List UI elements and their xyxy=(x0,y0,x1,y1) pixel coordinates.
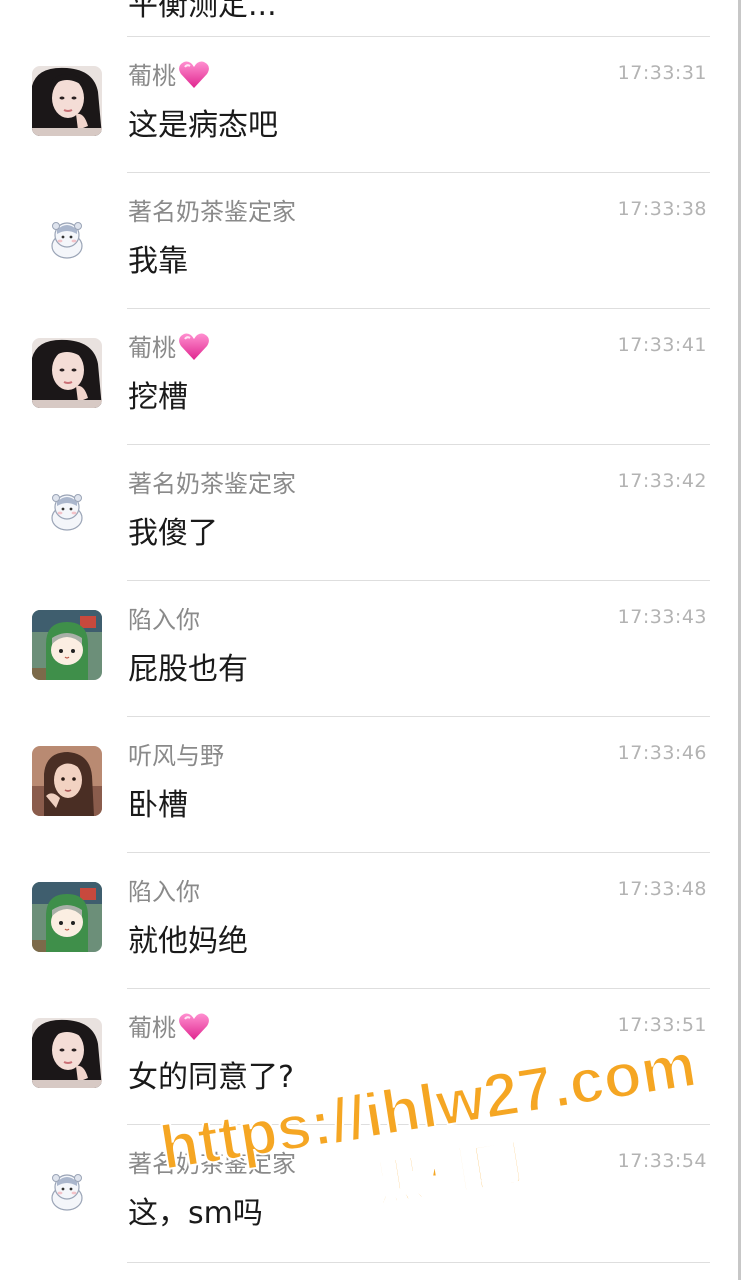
message-row[interactable]: 陷入你 17:33:48 就他妈绝 xyxy=(0,852,741,988)
sender-name-text: 葡桃 xyxy=(128,1014,176,1042)
row-divider xyxy=(127,988,710,989)
message-timestamp: 17:33:48 xyxy=(617,878,707,900)
pink-heart-icon xyxy=(178,1012,210,1050)
message-timestamp: 17:33:38 xyxy=(617,198,707,220)
message-text[interactable]: 这是病态吧 xyxy=(128,106,278,146)
hamster-avatar[interactable] xyxy=(32,202,102,272)
sender-name[interactable]: 葡桃 xyxy=(128,1012,210,1050)
message-row[interactable]: 葡桃 17:33:51 女的同意了? xyxy=(0,988,741,1124)
message-text[interactable]: 我傻了 xyxy=(128,514,218,554)
hamster-avatar[interactable] xyxy=(32,1154,102,1224)
sender-name[interactable]: 陷入你 xyxy=(128,604,200,636)
row-divider xyxy=(127,172,710,173)
row-divider xyxy=(127,444,710,445)
row-divider xyxy=(127,852,710,853)
girl-dark-hair-avatar[interactable] xyxy=(32,66,102,136)
message-row[interactable]: 葡桃 17:33:41 挖槽 xyxy=(0,308,741,444)
message-timestamp: 17:33:43 xyxy=(617,606,707,628)
message-text[interactable]: 挖槽 xyxy=(128,378,188,418)
row-divider xyxy=(127,1262,710,1263)
message-timestamp: 17:33:46 xyxy=(617,742,707,764)
sender-name-text: 葡桃 xyxy=(128,62,176,90)
anime-green-hood-avatar[interactable] xyxy=(32,610,102,680)
message-row[interactable]: 著名奶茶鉴定家 17:33:38 我靠 xyxy=(0,172,741,308)
message-row[interactable]: 葡桃 17:33:31 这是病态吧 xyxy=(0,36,741,172)
message-text[interactable]: 我靠 xyxy=(128,242,188,282)
girl-dark-hair-avatar[interactable] xyxy=(32,338,102,408)
sender-name[interactable]: 陷入你 xyxy=(128,876,200,908)
message-row[interactable]: 著名奶茶鉴定家 17:33:54 这，sm吗 xyxy=(0,1124,741,1260)
message-timestamp: 17:33:41 xyxy=(617,334,707,356)
message-row[interactable]: 陷入你 17:33:43 屁股也有 xyxy=(0,580,741,716)
girl-dark-hair-avatar[interactable] xyxy=(32,1018,102,1088)
previous-message-fragment: 平衡测定... xyxy=(128,0,277,23)
girl-brown-hair-avatar[interactable] xyxy=(32,746,102,816)
sender-name-text: 葡桃 xyxy=(128,334,176,362)
sender-name[interactable]: 葡桃 xyxy=(128,60,210,98)
message-text[interactable]: 女的同意了? xyxy=(128,1058,294,1098)
sender-name-text: 著名奶茶鉴定家 xyxy=(128,1150,296,1178)
message-text[interactable]: 卧槽 xyxy=(128,786,188,826)
row-divider xyxy=(127,36,710,37)
sender-name[interactable]: 著名奶茶鉴定家 xyxy=(128,196,296,228)
row-divider xyxy=(127,1124,710,1125)
sender-name-text: 著名奶茶鉴定家 xyxy=(128,470,296,498)
sender-name-text: 听风与野 xyxy=(128,742,224,770)
message-text[interactable]: 屁股也有 xyxy=(128,650,248,690)
pink-heart-icon xyxy=(178,332,210,370)
message-timestamp: 17:33:31 xyxy=(617,62,707,84)
row-divider xyxy=(127,580,710,581)
message-row[interactable]: 著名奶茶鉴定家 17:33:42 我傻了 xyxy=(0,444,741,580)
sender-name[interactable]: 著名奶茶鉴定家 xyxy=(128,1148,296,1180)
sender-name-text: 陷入你 xyxy=(128,606,200,634)
anime-green-hood-avatar[interactable] xyxy=(32,882,102,952)
sender-name[interactable]: 听风与野 xyxy=(128,740,224,772)
message-row[interactable]: 听风与野 17:33:46 卧槽 xyxy=(0,716,741,852)
pink-heart-icon xyxy=(178,60,210,98)
hamster-avatar[interactable] xyxy=(32,474,102,544)
sender-name[interactable]: 著名奶茶鉴定家 xyxy=(128,468,296,500)
sender-name[interactable]: 葡桃 xyxy=(128,332,210,370)
message-timestamp: 17:33:51 xyxy=(617,1014,707,1036)
row-divider xyxy=(127,716,710,717)
message-text[interactable]: 这，sm吗 xyxy=(128,1194,263,1234)
message-timestamp: 17:33:42 xyxy=(617,470,707,492)
message-timestamp: 17:33:54 xyxy=(617,1150,707,1172)
row-divider xyxy=(127,308,710,309)
message-text[interactable]: 就他妈绝 xyxy=(128,922,248,962)
sender-name-text: 陷入你 xyxy=(128,878,200,906)
sender-name-text: 著名奶茶鉴定家 xyxy=(128,198,296,226)
